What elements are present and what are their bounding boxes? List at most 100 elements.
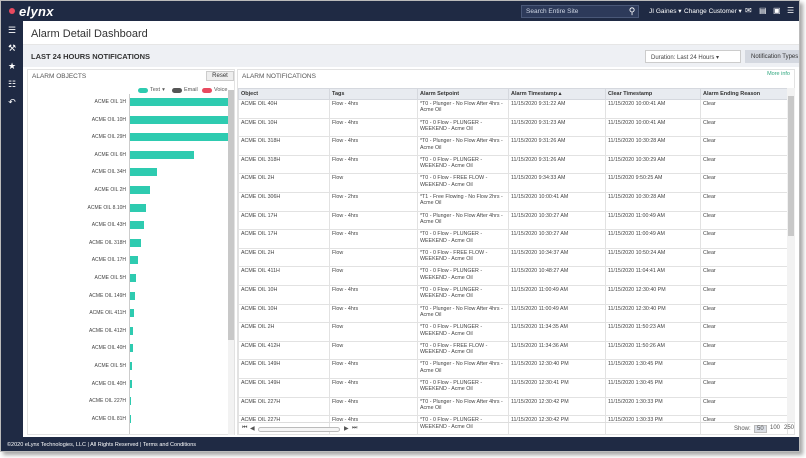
- notification-types-select[interactable]: Notification Types ▾: [745, 50, 799, 63]
- bar[interactable]: [130, 203, 146, 212]
- help-icon[interactable]: ▣: [773, 6, 781, 15]
- column-header[interactable]: Alarm Ending Reason: [700, 88, 788, 100]
- more-info-link[interactable]: More info: [767, 71, 790, 77]
- column-header[interactable]: Clear Timestamp: [605, 88, 701, 100]
- notification-types-label: Notification Types: [751, 54, 799, 60]
- last-page-icon[interactable]: ⏭: [352, 425, 357, 432]
- table-row[interactable]: ACME OIL 2H Flow *T0 - 0 Flow - FREE FLOW …: [238, 173, 788, 193]
- table-row[interactable]: ACME OIL 10H Flow - 4hrs *T0 - 0 Flow - PL…: [238, 284, 788, 305]
- legend-swatch-voice: [202, 87, 212, 93]
- table-cell: 11/15/2020 12:30:40 PM: [508, 359, 606, 379]
- table-row[interactable]: ACME OIL 318H Flow - 4hrs *T0 - Plunger - …: [238, 136, 788, 156]
- table-row[interactable]: ACME OIL 412H Flow *T0 - 0 Flow - FREE FLO…: [238, 340, 788, 361]
- brand-logo[interactable]: elynx: [9, 4, 54, 19]
- table-row[interactable]: ACME OIL 306H Flow - 2hrs *T1 - Free Flowi…: [238, 191, 788, 212]
- table-cell: 11/15/2020 9:31:22 AM: [508, 99, 606, 119]
- table-cell: *T0 - 0 Flow - PLUNGER - WEEKEND - Acme …: [417, 322, 509, 342]
- prev-page-icon[interactable]: ◀: [250, 425, 255, 432]
- first-page-icon[interactable]: ⏮: [242, 425, 247, 432]
- duration-select[interactable]: Duration: Last 24 Hours ▾: [645, 50, 741, 63]
- change-customer-label: Change Customer: [684, 8, 737, 15]
- search-icon[interactable]: ⚲: [625, 5, 639, 18]
- table-cell: Clear: [700, 284, 788, 305]
- table-row[interactable]: ACME OIL 40H Flow - 4hrs *T0 - Plunger - N…: [238, 99, 788, 119]
- table-row[interactable]: ACME OIL 10H Flow - 4hrs *T0 - Plunger - N…: [238, 303, 788, 324]
- bar[interactable]: [130, 326, 133, 335]
- table-cell: 11/15/2020 10:48:27 AM: [508, 266, 606, 286]
- legend-text[interactable]: Text ▾: [138, 87, 165, 93]
- table-cell: ACME OIL 149H: [238, 359, 330, 379]
- table-row[interactable]: ACME OIL 2H Flow *T0 - 0 Flow - PLUNGER - …: [238, 322, 788, 342]
- table-row[interactable]: ACME OIL 149H Flow - 4hrs *T0 - Plunger - …: [238, 359, 788, 379]
- table-row[interactable]: ACME OIL 2H Flow *T0 - 0 Flow - FREE FLOW …: [238, 247, 788, 268]
- bar[interactable]: [130, 238, 141, 247]
- table-cell: *T0 - Plunger - No Flow After 4hrs - Acm…: [417, 396, 509, 417]
- column-header[interactable]: Alarm Timestamp ▴: [508, 88, 606, 100]
- mail-icon[interactable]: ✉: [745, 6, 752, 15]
- table-cell: Flow - 4hrs: [329, 99, 418, 119]
- bar[interactable]: [130, 98, 228, 106]
- nav-hierarchy-icon[interactable]: ☷: [1, 75, 23, 93]
- table-row[interactable]: ACME OIL 318H Flow - 4hrs *T0 - 0 Flow - P…: [238, 154, 788, 175]
- table-cell: Flow - 4hrs: [329, 117, 418, 138]
- bar[interactable]: [130, 115, 228, 124]
- table-cell: 11/15/2020 9:31:26 AM: [508, 154, 606, 175]
- document-icon[interactable]: ▤: [759, 6, 767, 15]
- bar[interactable]: [130, 186, 150, 194]
- table-cell: Flow - 4hrs: [329, 229, 418, 249]
- table-row[interactable]: ACME OIL 17H Flow - 4hrs *T0 - 0 Flow - PL…: [238, 229, 788, 249]
- nav-star-icon[interactable]: ★: [1, 57, 23, 75]
- search-input[interactable]: Search Entire Site: [521, 5, 639, 18]
- column-header[interactable]: Alarm Setpoint: [417, 88, 509, 100]
- page-size-100[interactable]: 100: [768, 425, 782, 431]
- nav-wrench-icon[interactable]: ⚒: [1, 39, 23, 57]
- page-slider[interactable]: [258, 427, 340, 432]
- notifications-table: Object Tags Alarm Setpoint Alarm Timesta…: [238, 88, 788, 435]
- reset-button[interactable]: Reset: [206, 71, 234, 81]
- bar[interactable]: [130, 256, 138, 265]
- column-header[interactable]: Tags: [329, 88, 418, 100]
- nav-menu-icon[interactable]: ☰: [1, 21, 23, 39]
- next-page-icon[interactable]: ▶: [344, 425, 349, 432]
- user-menu[interactable]: JI Gaines ▾: [649, 7, 682, 15]
- bar[interactable]: [130, 362, 132, 370]
- bar-label: ACME OIL 149H: [88, 292, 126, 299]
- bar[interactable]: [130, 344, 133, 353]
- table-row[interactable]: ACME OIL 227H Flow - 4hrs *T0 - Plunger - …: [238, 396, 788, 417]
- bar[interactable]: [130, 133, 228, 142]
- bar-label: ACME OIL 5H: [94, 275, 127, 281]
- page-header: Alarm Detail Dashboard: [23, 21, 799, 45]
- bar[interactable]: [130, 379, 132, 388]
- table-row[interactable]: ACME OIL 149H Flow - 4hrs *T0 - 0 Flow - P…: [238, 377, 788, 398]
- table-scrollbar-thumb[interactable]: [788, 96, 794, 236]
- page-size-50[interactable]: 50: [754, 425, 767, 433]
- table-cell: 11/15/2020 1:30:45 PM: [605, 377, 701, 398]
- bar[interactable]: [130, 221, 144, 230]
- bar[interactable]: [130, 397, 131, 406]
- bar[interactable]: [130, 168, 158, 177]
- table-row[interactable]: ACME OIL 17H Flow - 4hrs *T0 - Plunger - N…: [238, 210, 788, 231]
- change-customer-menu[interactable]: Change Customer ▾: [684, 7, 742, 15]
- bar[interactable]: [130, 150, 194, 159]
- chart-scrollbar-thumb[interactable]: [228, 90, 234, 340]
- page-size-250[interactable]: 250: [782, 425, 796, 431]
- table-cell: ACME OIL 306H: [238, 191, 330, 212]
- table-cell: ACME OIL 149H: [238, 377, 330, 398]
- legend-voice[interactable]: Voice: [202, 87, 227, 93]
- table-row[interactable]: ACME OIL 10H Flow - 4hrs *T0 - 0 Flow - PL…: [238, 117, 788, 138]
- logo-text: elynx: [19, 3, 54, 19]
- bar[interactable]: [130, 309, 134, 318]
- chart-scrollbar[interactable]: [228, 90, 234, 435]
- legend-email[interactable]: Email: [172, 87, 198, 93]
- bar-label: ACME OIL 1H: [94, 99, 127, 105]
- table-scrollbar[interactable]: [787, 88, 795, 422]
- bar-label: ACME OIL 40H: [91, 345, 126, 352]
- bar[interactable]: [130, 414, 131, 423]
- bar[interactable]: [130, 274, 136, 282]
- column-header[interactable]: Object: [238, 88, 330, 100]
- table-cell: Flow - 4hrs: [329, 396, 418, 417]
- table-row[interactable]: ACME OIL 411H Flow *T0 - 0 Flow - PLUNGER …: [238, 266, 788, 286]
- bar[interactable]: [130, 291, 135, 300]
- menu-icon[interactable]: ☰: [787, 6, 794, 15]
- nav-back-icon[interactable]: ↶: [1, 93, 23, 111]
